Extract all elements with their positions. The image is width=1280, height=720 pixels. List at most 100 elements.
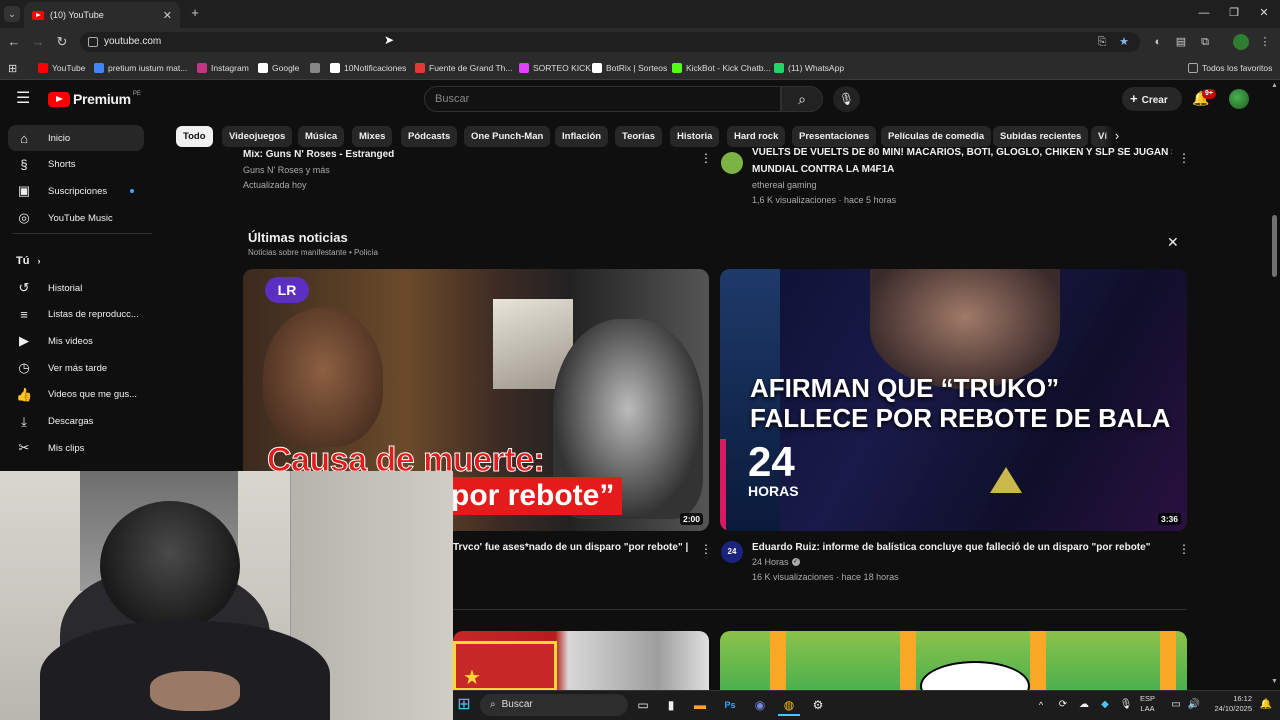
more-options-icon[interactable]: ⋮ — [700, 151, 712, 165]
filter-chip[interactable]: Subidas recientes — [993, 126, 1089, 147]
sidebar-item[interactable]: ◷ Ver más tarde — [8, 355, 144, 381]
profile-avatar[interactable] — [1233, 34, 1249, 50]
tray-overflow-icon[interactable]: ^ — [1030, 694, 1052, 716]
more-options-icon[interactable]: ⋮ — [1178, 151, 1190, 165]
bookmark-item[interactable]: Google — [258, 60, 299, 76]
filter-chip[interactable]: Mixes — [352, 126, 393, 147]
address-bar[interactable]: youtube.com — [80, 32, 1140, 52]
new-tab-button[interactable]: + — [188, 5, 202, 21]
cloud-icon[interactable]: ☁ — [1073, 694, 1095, 716]
install-app-icon[interactable]: ⎘ — [1094, 34, 1110, 50]
bookmark-item[interactable]: Fuente de Grand Th... — [415, 60, 512, 76]
minimize-icon[interactable]: — — [1194, 4, 1214, 22]
video-channel-row[interactable]: 24 Horas ✓ — [752, 557, 800, 567]
filter-chip[interactable]: Música — [298, 126, 345, 147]
volume-icon[interactable]: 🔊 — [1183, 694, 1205, 716]
video-title[interactable]: Mix: Guns N' Roses - Estranged — [243, 150, 683, 162]
windows-start-icon[interactable]: ⊞ — [453, 694, 475, 716]
account-avatar[interactable] — [1229, 89, 1249, 109]
video-thumbnail[interactable]: ★ — [453, 631, 709, 691]
bookmark-item[interactable]: YouTube — [38, 60, 85, 76]
discord-icon[interactable]: ◉ — [749, 694, 771, 716]
tray-app-icon[interactable]: ⟳ — [1052, 694, 1074, 716]
tab-search-icon[interactable]: ⌄ — [4, 6, 20, 22]
all-favorites-link[interactable]: Todos los favoritos — [1188, 60, 1272, 76]
browser-menu-icon[interactable]: ⋮ — [1257, 34, 1273, 50]
tab-close-icon[interactable]: ✕ — [163, 9, 172, 22]
video-title[interactable]: Eduardo Ruiz: informe de balística concl… — [752, 542, 1150, 553]
notification-center-icon[interactable]: 🔔 — [1255, 694, 1277, 716]
microphone-tray-icon[interactable]: 🎙 — [1115, 694, 1137, 716]
bookmark-item[interactable]: Instagram — [197, 60, 249, 76]
filter-chip[interactable]: Pódcasts — [401, 126, 458, 147]
sidebar-item[interactable]: ◎ YouTube Music — [8, 205, 144, 231]
filter-chip[interactable]: Historia — [670, 126, 720, 147]
scroll-up-icon[interactable]: ▲ — [1271, 82, 1278, 89]
bookmark-item[interactable]: BotRix | Sorteos — [592, 60, 667, 76]
you-section-header[interactable]: Tú › — [16, 255, 40, 267]
back-icon[interactable]: ← — [4, 32, 24, 52]
bookmark-item[interactable]: 10Notificaciones — [330, 60, 406, 76]
reload-icon[interactable]: ↻ — [52, 32, 72, 52]
task-view-icon[interactable]: ▭ — [632, 694, 654, 716]
video-title[interactable]: Trvco' fue ases*nado de un disparo "por … — [453, 542, 688, 553]
app-icon[interactable]: ▮ — [660, 694, 682, 716]
filter-chip[interactable]: One Punch-Man — [464, 126, 551, 147]
photoshop-icon[interactable]: Ps — [719, 694, 741, 716]
forward-icon[interactable]: → — [28, 32, 48, 52]
sidebar-item[interactable]: ✂ Mis clips — [8, 435, 144, 461]
tray-app-icon[interactable]: ◆ — [1094, 694, 1116, 716]
filter-chip[interactable]: Todo — [176, 126, 213, 147]
page-scrollbar-thumb[interactable] — [1272, 215, 1277, 277]
video-title-line1[interactable]: VUELTS DE VUELTS DE 80 MIN! MACARIOS, BO… — [752, 148, 1172, 160]
filter-chip[interactable]: Videojuegos — [222, 126, 293, 147]
youtube-premium-logo[interactable]: Premium PE — [48, 91, 141, 107]
filter-chip[interactable]: Teorías — [615, 126, 663, 147]
bookmark-item[interactable]: (11) WhatsApp — [774, 60, 844, 76]
extension-icon[interactable]: ◐ — [1150, 34, 1166, 50]
search-button[interactable]: ⌕ — [781, 86, 823, 112]
channel-avatar[interactable]: 24 — [721, 541, 743, 563]
sidebar-item[interactable]: § Shorts — [8, 152, 144, 178]
sidebar-item[interactable]: ↺ Historial — [8, 275, 144, 301]
bookmark-star-icon[interactable]: ★ — [1116, 34, 1132, 50]
create-button[interactable]: + Crear — [1122, 87, 1182, 111]
filter-chip[interactable]: Películas de comedia — [881, 126, 992, 147]
video-channel[interactable]: ethereal gaming — [752, 180, 817, 190]
bookmark-item[interactable]: SORTEO KICK — [519, 60, 591, 76]
taskbar-search-box[interactable]: ⌕ Buscar — [480, 694, 628, 716]
filter-chip[interactable]: Inflación — [555, 126, 609, 147]
sidebar-item[interactable]: ⤓ Descargas — [8, 409, 144, 435]
voice-search-button[interactable]: 🎙 — [833, 86, 860, 112]
bookmark-item[interactable] — [310, 60, 324, 76]
sidebar-item[interactable]: ≡ Listas de reproducc... — [8, 302, 144, 328]
search-input[interactable]: Buscar — [424, 86, 781, 112]
site-info-icon[interactable] — [88, 37, 98, 47]
video-thumbnail[interactable] — [720, 631, 1187, 691]
video-channel[interactable]: Guns N' Roses y más — [243, 165, 330, 175]
more-options-icon[interactable]: ⋮ — [700, 542, 712, 556]
scroll-down-icon[interactable]: ▼ — [1271, 678, 1278, 685]
language-indicator[interactable]: ESP LAA — [1140, 694, 1155, 714]
sidebar-item[interactable]: ▣ Suscripciones — [8, 178, 144, 204]
channel-avatar[interactable] — [721, 152, 743, 174]
clock[interactable]: 16:12 24/10/2025 — [1206, 694, 1252, 714]
video-title-line2[interactable]: MUNDIAL CONTRA LA M4F1A — [752, 164, 894, 175]
hamburger-menu-icon[interactable]: ☰ — [16, 90, 30, 108]
bookmark-item[interactable]: KickBot - Kick Chatb... — [672, 60, 771, 76]
bookmark-item[interactable]: pretium iustum mat... — [94, 60, 187, 76]
video-thumbnail[interactable]: AFIRMAN QUE “TRUKO” FALLECE POR REBOTE D… — [720, 269, 1187, 531]
apps-grid-icon[interactable]: ⊞ — [8, 60, 17, 76]
app-icon[interactable]: ⚙ — [807, 694, 829, 716]
more-options-icon[interactable]: ⋮ — [1178, 542, 1190, 556]
filter-chip[interactable]: Presentaciones — [792, 126, 877, 147]
file-explorer-icon[interactable]: ▬ — [689, 694, 711, 716]
maximize-icon[interactable]: ❐ — [1224, 4, 1244, 22]
sidebar-item[interactable]: 👍 Videos que me gus... — [8, 382, 144, 408]
sidebar-item[interactable]: ▶ Mis videos — [8, 328, 144, 354]
filter-chip[interactable]: Hard rock — [727, 126, 786, 147]
media-icon[interactable]: ▤ — [1173, 34, 1189, 50]
close-window-icon[interactable]: ✕ — [1254, 4, 1274, 22]
sidebar-item[interactable]: ⌂ Inicio — [8, 125, 144, 151]
extensions-puzzle-icon[interactable]: ⧉ — [1197, 34, 1213, 50]
